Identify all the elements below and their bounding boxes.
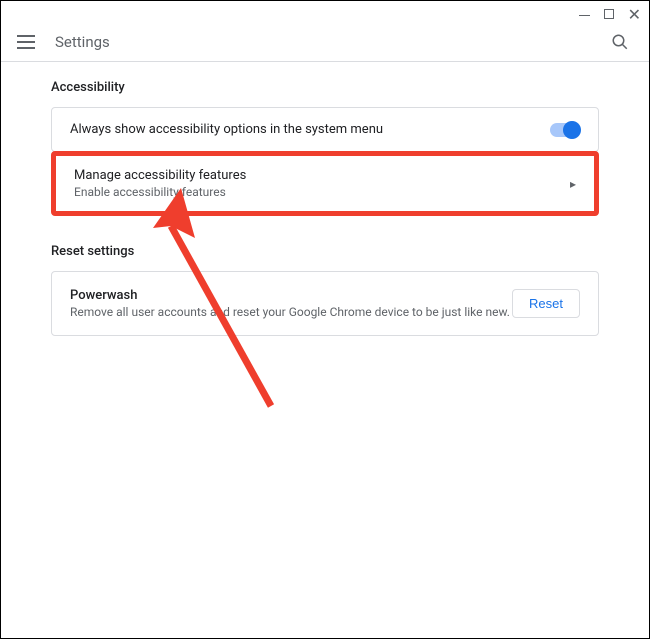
manage-accessibility-row[interactable]: Manage accessibility features Enable acc… <box>56 156 594 211</box>
reset-section-title: Reset settings <box>51 244 599 259</box>
always-show-accessibility-label: Always show accessibility options in the… <box>70 122 383 137</box>
manage-accessibility-title: Manage accessibility features <box>74 168 246 183</box>
always-show-accessibility-toggle[interactable] <box>550 123 580 137</box>
always-show-accessibility-row[interactable]: Always show accessibility options in the… <box>52 108 598 151</box>
header-bar: Settings <box>1 19 649 61</box>
reset-button[interactable]: Reset <box>512 289 580 318</box>
powerwash-row: Powerwash Remove all user accounts and r… <box>52 272 598 335</box>
manage-accessibility-desc: Enable accessibility features <box>74 185 246 199</box>
page-title: Settings <box>55 33 110 51</box>
reset-card: Powerwash Remove all user accounts and r… <box>51 271 599 336</box>
manage-accessibility-highlight: Manage accessibility features Enable acc… <box>51 151 599 216</box>
menu-icon[interactable] <box>17 35 35 49</box>
chevron-right-icon: ▸ <box>570 177 576 191</box>
powerwash-desc: Remove all user accounts and reset your … <box>70 305 510 319</box>
accessibility-toggle-card: Always show accessibility options in the… <box>51 107 599 152</box>
powerwash-title: Powerwash <box>70 288 510 303</box>
search-icon[interactable] <box>611 33 629 55</box>
accessibility-section-title: Accessibility <box>51 80 599 95</box>
